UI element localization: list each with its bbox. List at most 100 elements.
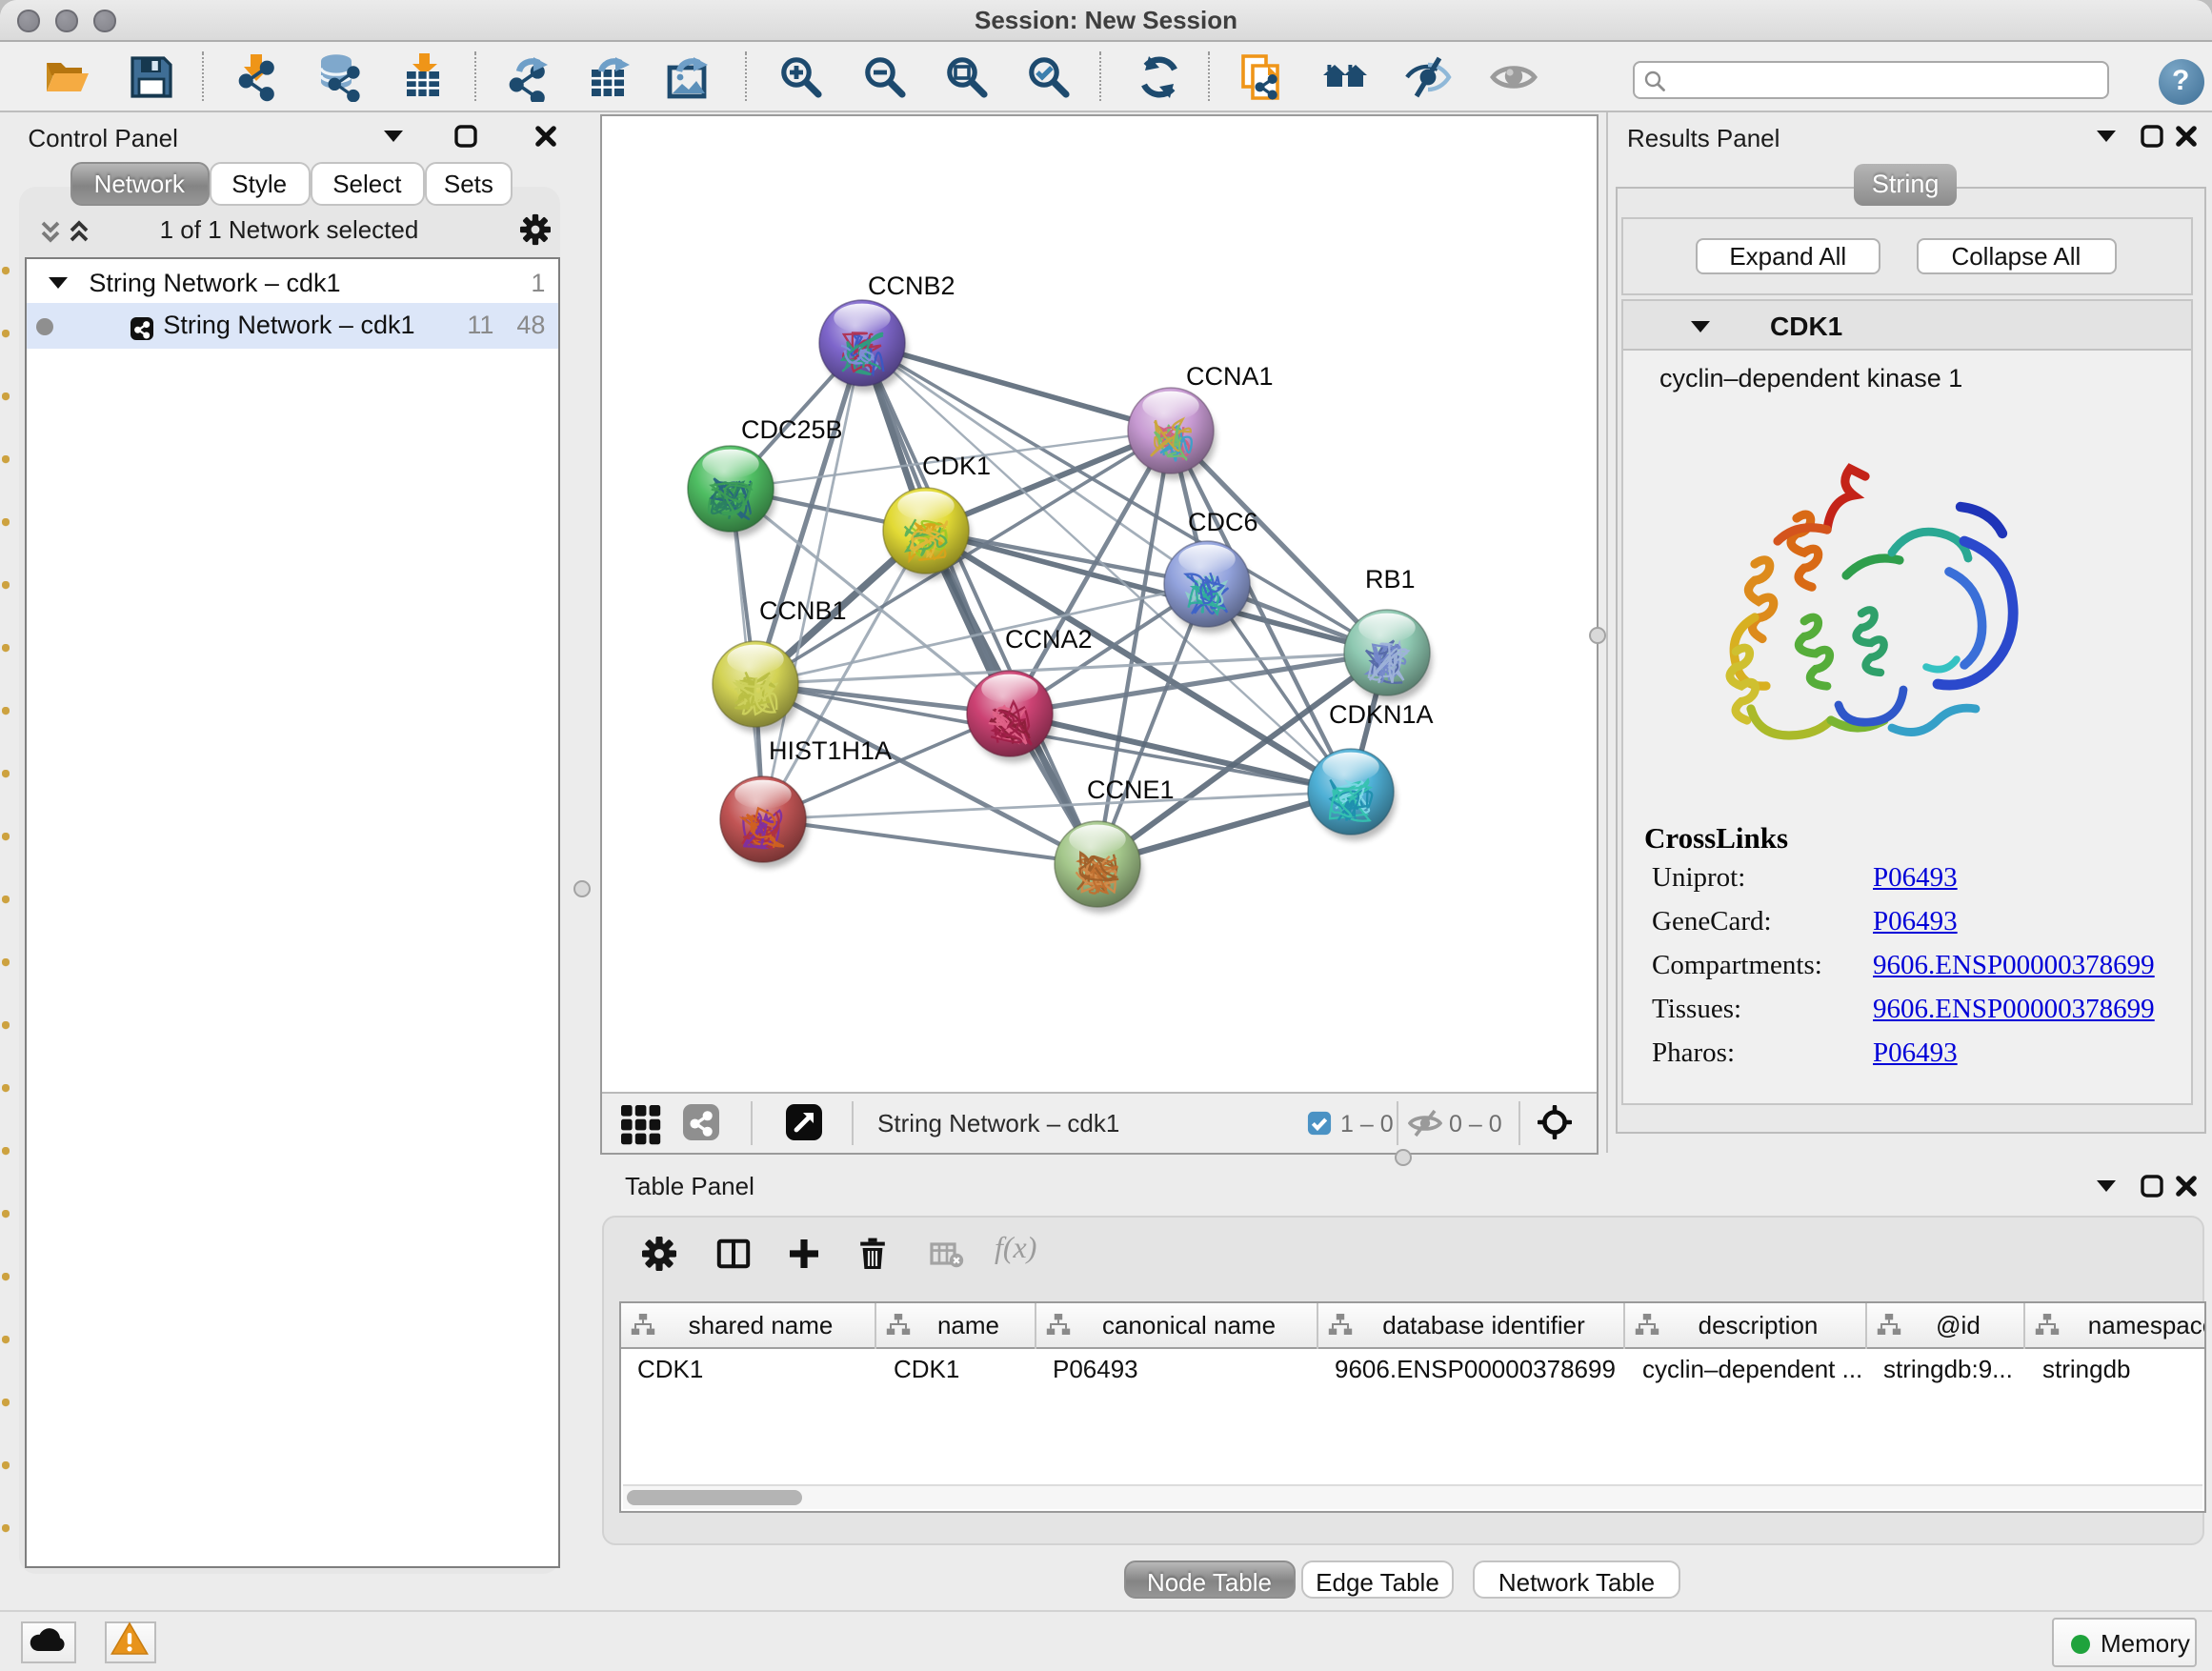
tab-edge-table[interactable]: Edge Table — [1301, 1560, 1454, 1598]
import-database-button[interactable] — [313, 50, 365, 102]
tab-network[interactable]: Network — [70, 161, 209, 205]
tab-node-table[interactable]: Node Table — [1124, 1560, 1295, 1598]
column-header-description[interactable]: description — [1625, 1303, 1866, 1348]
network-node-CCNA1[interactable] — [1127, 387, 1215, 478]
collapse-all-button[interactable]: Collapse All — [1916, 237, 2117, 274]
memory-button[interactable]: Memory — [2051, 1618, 2196, 1667]
gene-section: CDK1 cyclin–dependent kinase 1 CrossLink… — [1621, 299, 2193, 1105]
network-options-gear-icon[interactable] — [519, 213, 550, 244]
bottom-splitter-handle[interactable] — [1395, 1149, 1412, 1166]
grid-view-icon[interactable] — [620, 1103, 662, 1155]
network-canvas[interactable]: CCNB2CCNA1CDC25BCDK1CDC6RB1CCNB1CCNA2CDK… — [599, 113, 1598, 1154]
column-header-id[interactable]: @id — [1866, 1303, 2025, 1348]
crosslink-link[interactable]: P06493 — [1873, 907, 1958, 939]
table-panel-maximize-button[interactable] — [2136, 1170, 2166, 1200]
import-table-button[interactable] — [397, 50, 449, 102]
network-row[interactable]: String Network – cdk1 11 48 — [26, 303, 558, 349]
control-panel-maximize-button[interactable] — [450, 120, 480, 151]
table-row[interactable]: CDK1CDK1P064939606.ENSP00000378699cyclin… — [620, 1348, 2205, 1389]
network-share-icon[interactable] — [681, 1103, 719, 1151]
column-header-namespace[interactable]: namespace — [2025, 1303, 2205, 1348]
control-panel-float-button[interactable] — [377, 120, 408, 151]
zoom-in-button[interactable] — [774, 50, 826, 102]
search-input[interactable] — [1673, 65, 2100, 95]
results-panel-close-button[interactable] — [2170, 120, 2201, 151]
gene-expander-icon[interactable] — [1688, 314, 1711, 337]
results-panel-maximize-button[interactable] — [2136, 120, 2166, 151]
column-header-shared-name[interactable]: shared name — [620, 1303, 876, 1348]
table-horizontal-scrollbar[interactable] — [622, 1483, 2202, 1508]
save-button[interactable] — [125, 50, 176, 102]
node-label-CDC6: CDC6 — [1187, 507, 1257, 535]
control-panel-close-button[interactable] — [530, 120, 560, 151]
collection-expander-icon[interactable] — [47, 272, 68, 293]
network-label: String Network – cdk1 — [163, 311, 414, 339]
copy-network-button[interactable] — [1236, 50, 1287, 102]
crosslink-link[interactable]: P06493 — [1873, 1038, 1958, 1071]
tab-string[interactable]: String — [1854, 163, 1958, 206]
table-panel-float-button[interactable] — [2090, 1170, 2121, 1200]
zoom-fit-icon — [941, 51, 991, 101]
table-gear-icon[interactable] — [640, 1235, 678, 1273]
import-network-button[interactable] — [230, 50, 281, 102]
table-panel-close-button[interactable] — [2170, 1170, 2201, 1200]
warnings-button[interactable] — [104, 1621, 155, 1663]
selected-checkbox-icon[interactable] — [1306, 1111, 1331, 1145]
network-node-CDKN1A[interactable] — [1307, 748, 1395, 839]
birdseye-crosshair-icon[interactable] — [1537, 1105, 1571, 1149]
table-cell[interactable]: stringdb — [2025, 1348, 2205, 1389]
results-panel-float-button[interactable] — [2090, 120, 2121, 151]
new-network-button[interactable] — [502, 50, 553, 102]
network-collection-row[interactable]: String Network – cdk1 1 — [26, 265, 558, 303]
table-cell[interactable]: stringdb:9... — [1866, 1348, 2025, 1389]
tab-select[interactable]: Select — [310, 161, 424, 205]
zoom-selected-button[interactable] — [1022, 50, 1074, 102]
network-node-CCNE1[interactable] — [1054, 820, 1141, 912]
table-delete-icon[interactable] — [854, 1235, 892, 1273]
new-image-button[interactable] — [662, 50, 714, 102]
network-node-CCNA2[interactable] — [966, 670, 1054, 761]
home-network-button[interactable] — [1319, 50, 1371, 102]
column-header-database-identifier[interactable]: database identifier — [1317, 1303, 1625, 1348]
table-cell[interactable]: P06493 — [1036, 1348, 1317, 1389]
tab-sets[interactable]: Sets — [425, 161, 513, 205]
crosslink-link[interactable]: 9606.ENSP00000378699 — [1873, 995, 2155, 1027]
crosslink-link[interactable]: 9606.ENSP00000378699 — [1873, 951, 2155, 983]
network-node-CDK1[interactable] — [882, 487, 970, 578]
help-button[interactable]: ? — [2158, 58, 2203, 104]
network-node-RB1[interactable] — [1343, 609, 1431, 700]
scrollbar-thumb[interactable] — [626, 1490, 801, 1504]
new-table-button[interactable] — [584, 50, 635, 102]
network-node-CDC6[interactable] — [1163, 540, 1251, 632]
left-splitter-handle[interactable] — [573, 880, 591, 897]
zoom-out-button[interactable] — [858, 50, 910, 102]
tab-style[interactable]: Style — [209, 161, 310, 205]
expand-all-button[interactable]: Expand All — [1696, 237, 1880, 274]
crosslink-link[interactable]: P06493 — [1873, 863, 1958, 896]
network-graph[interactable]: CCNB2CCNA1CDC25BCDK1CDC6RB1CCNB1CCNA2CDK… — [601, 115, 1596, 1091]
column-header-name[interactable]: name — [876, 1303, 1036, 1348]
network-node-CCNB1[interactable] — [712, 640, 799, 732]
hidden-eye-icon[interactable] — [1407, 1109, 1441, 1147]
table-add-icon[interactable] — [785, 1235, 823, 1273]
hide-selected-button[interactable] — [1401, 50, 1453, 102]
table-cell[interactable]: CDK1 — [620, 1348, 876, 1389]
table-cell[interactable]: cyclin–dependent ... — [1625, 1348, 1866, 1389]
zoom-fit-button[interactable] — [940, 50, 992, 102]
cloud-button[interactable] — [21, 1621, 75, 1663]
open-folder-button[interactable] — [41, 50, 92, 102]
network-node-HIST1H1A[interactable] — [719, 775, 807, 867]
node-table[interactable]: shared namenamecanonical namedatabase id… — [618, 1301, 2205, 1512]
right-splitter-handle[interactable] — [1589, 627, 1606, 644]
refresh-button[interactable] — [1133, 50, 1184, 102]
table-cell[interactable]: 9606.ENSP00000378699 — [1317, 1348, 1625, 1389]
show-all-button[interactable] — [1487, 50, 1538, 102]
table-cell[interactable]: CDK1 — [876, 1348, 1036, 1389]
column-header-canonical-name[interactable]: canonical name — [1036, 1303, 1317, 1348]
gene-section-header[interactable]: CDK1 — [1623, 301, 2191, 351]
search-field[interactable] — [1633, 61, 2109, 99]
tab-network-table[interactable]: Network Table — [1473, 1560, 1680, 1598]
table-columns-icon[interactable] — [714, 1235, 753, 1273]
network-node-CDC25B[interactable] — [687, 445, 774, 536]
detach-view-icon[interactable] — [784, 1103, 822, 1151]
